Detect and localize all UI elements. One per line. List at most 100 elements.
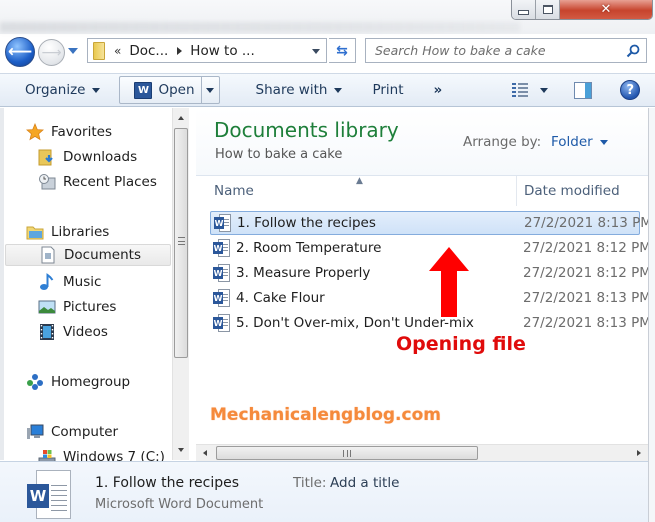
print-button[interactable]: Print [366,77,409,103]
sidebar-item-libraries[interactable]: Libraries [26,221,109,243]
navigation-pane: Favorites Downloads Recent Places Librar… [0,108,172,465]
sidebar-item-label: Videos [63,324,108,340]
file-row[interactable]: W 4. Cake Flour 27/2/2021 8:13 PM [210,286,651,310]
file-name: 4. Cake Flour [236,290,325,306]
open-button[interactable]: W Open [120,77,202,103]
music-note-icon [38,273,56,291]
breadcrumb-documents[interactable]: Doc... [129,43,168,59]
word-document-icon: W [213,289,230,307]
title-bar: ✕ [0,0,655,34]
file-date: 27/2/2021 8:13 PM [524,215,652,231]
sidebar-item-computer[interactable]: Computer [26,421,118,443]
maximize-button[interactable] [536,0,560,19]
recent-pages-dropdown[interactable] [68,48,78,54]
sidebar-item-music[interactable]: Music [38,271,101,293]
breadcrumb-separator-icon[interactable] [177,46,183,55]
sidebar-item-favorites[interactable]: Favorites [26,121,112,143]
address-overflow-chevron[interactable]: « [114,44,121,58]
forward-button[interactable]: ⟶ [38,39,65,66]
chevron-down-icon [206,87,215,93]
sidebar-item-label: Libraries [51,224,110,240]
libraries-folder-icon [26,223,44,241]
navigation-pane-scrollbar[interactable] [172,108,189,460]
back-button[interactable]: ⟵ [5,37,35,67]
chevron-down-icon [334,87,343,93]
address-dropdown[interactable] [312,49,320,54]
column-header-name[interactable]: Name [214,183,254,199]
help-button[interactable]: ? [614,77,646,103]
chevron-down-icon [540,87,549,93]
navigation-bar: ⟵ ⟶ « Doc... How to ... ⇆ [0,34,655,68]
breadcrumb-how-to[interactable]: How to ... [190,43,254,59]
minimize-icon [518,9,529,15]
sidebar-item-recent-places[interactable]: Recent Places [38,171,157,193]
address-bar[interactable]: « Doc... How to ... [87,38,327,63]
file-list-horizontal-scrollbar[interactable] [196,444,648,461]
refresh-icon: ⇆ [336,42,348,59]
chevron-down-icon [599,139,608,145]
homegroup-icon [26,373,44,391]
organize-menu[interactable]: Organize [19,77,106,103]
scroll-right-icon[interactable] [637,450,641,456]
arrange-by-value: Folder [551,134,593,150]
computer-icon [26,423,44,441]
word-document-icon: W [213,314,230,332]
file-row[interactable]: W 1. Follow the recipes 27/2/2021 8:13 P… [210,211,652,235]
scroll-left-icon[interactable] [203,450,207,456]
share-with-menu[interactable]: Share with [250,77,349,103]
sidebar-item-videos[interactable]: Videos [38,321,108,343]
command-bar: Organize W Open Share with Print » ? [0,73,655,107]
close-icon: ✕ [600,2,612,17]
scrollbar-thumb[interactable] [174,128,188,358]
preview-pane-button[interactable] [568,77,598,103]
folder-icon [93,41,105,60]
details-title-label: Title: [293,475,327,491]
downloads-folder-icon [38,148,56,166]
grip-icon [343,450,351,457]
details-file-type: Microsoft Word Document [95,497,264,512]
more-commands-button[interactable]: » [428,77,449,103]
word-document-icon: W [213,239,230,257]
file-row[interactable]: W 2. Room Temperature 27/2/2021 8:12 PM [210,236,651,260]
word-document-large-icon: W [27,470,73,520]
documents-icon [39,246,57,264]
arrange-by-dropdown[interactable]: Folder [551,134,608,150]
word-document-icon: W [213,264,230,282]
red-arrow-up-icon [429,247,469,317]
sidebar-item-downloads[interactable]: Downloads [38,146,137,168]
sidebar-item-label: Downloads [63,149,138,165]
minimize-button[interactable] [512,0,536,19]
file-date: 27/2/2021 8:13 PM [523,290,651,306]
details-title-field[interactable]: Add a title [330,475,399,491]
search-icon[interactable] [626,44,640,58]
sidebar-item-pictures[interactable]: Pictures [38,296,116,318]
scroll-up-icon[interactable] [178,116,184,120]
file-row[interactable]: W 5. Don't Over-mix, Don't Under-mix 27/… [210,311,651,335]
annotation-label: Opening file [396,333,526,355]
sidebar-item-homegroup[interactable]: Homegroup [26,371,130,393]
refresh-button[interactable]: ⇆ [329,38,356,63]
search-box[interactable] [365,38,647,63]
file-name: 5. Don't Over-mix, Don't Under-mix [236,315,474,331]
open-dropdown[interactable] [202,77,219,103]
file-list-pane: Documents library How to bake a cake Arr… [196,108,652,444]
chevron-down-icon [92,87,101,93]
sidebar-item-documents[interactable]: Documents [5,244,171,266]
change-view-button[interactable] [506,77,554,103]
column-header-date-modified[interactable]: Date modified [524,183,620,199]
grip-icon [178,237,185,245]
scroll-down-icon[interactable] [178,448,184,452]
file-name: 3. Measure Properly [236,265,371,281]
file-row[interactable]: W 3. Measure Properly 27/2/2021 8:12 PM [210,261,651,285]
file-date: 27/2/2021 8:12 PM [523,240,651,256]
more-icon: » [433,82,443,98]
column-divider[interactable] [516,176,517,206]
watermark: Mechanicalengblog.com [210,405,441,425]
sidebar-item-label: Computer [51,424,119,440]
search-input[interactable] [366,43,611,58]
maximize-icon [542,5,553,14]
close-button[interactable]: ✕ [560,0,652,19]
sort-ascending-icon: ▲ [356,176,363,186]
scrollbar-thumb[interactable] [216,446,478,460]
file-date: 27/2/2021 8:13 PM [523,315,651,331]
